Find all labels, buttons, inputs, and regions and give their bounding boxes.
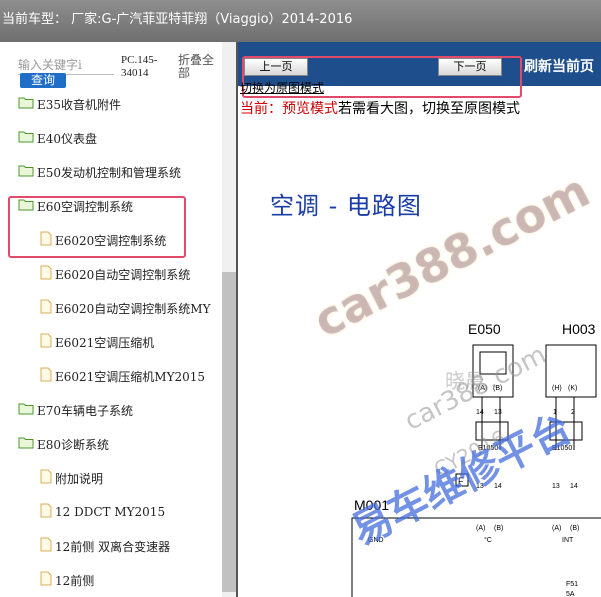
tree-node-label: E6021空调压缩机 xyxy=(55,335,155,350)
document-icon xyxy=(40,469,52,487)
h003-pin-k: (K) xyxy=(568,385,577,392)
document-icon xyxy=(40,367,52,385)
document-icon xyxy=(40,571,52,589)
tree-file[interactable]: E6020自动空调控制系统 xyxy=(40,262,190,286)
folder-icon xyxy=(18,96,34,112)
left-panel: 查询 PC.145-34014 折叠全部 E35收音机附件 E40仪表盘 E50发动… xyxy=(0,42,236,597)
highlight-box-tree xyxy=(8,196,186,258)
tree-folder[interactable]: E80诊断系统 xyxy=(18,432,109,456)
switch-original-link[interactable]: 切换为原图模式 xyxy=(240,79,324,96)
connector-e050-label: E050 xyxy=(468,321,501,337)
tree-folder[interactable]: E40仪表盘 xyxy=(18,126,97,150)
page-title: 空调 - 电路图 xyxy=(270,192,422,220)
tree-node-label: E50发动机控制和管理系统 xyxy=(37,165,182,180)
folder-icon xyxy=(18,130,34,146)
fuse-f51: F51 xyxy=(566,581,578,588)
pc-code: PC.145-34014 xyxy=(121,54,158,79)
h003-pin-h: (H) xyxy=(552,385,562,392)
document-icon xyxy=(40,299,52,317)
tree-node-label: E6021空调压缩机MY2015 xyxy=(55,369,206,384)
tree-node-label: E70车辆电子系统 xyxy=(37,403,134,418)
document-icon xyxy=(40,333,52,351)
m001-pin-a2: (A) xyxy=(552,525,561,532)
mode-current: 当前：预览模式 xyxy=(240,101,338,117)
pin-14: 14 xyxy=(476,409,484,416)
m001-pin-b: (B) xyxy=(494,525,503,532)
connector-h003-label: H003 xyxy=(562,321,596,337)
m001-pin-a: (A) xyxy=(476,525,485,532)
collapse-all-button[interactable]: 折叠全部 xyxy=(178,54,218,80)
tree-file[interactable]: 12前侧 xyxy=(40,568,94,592)
tree-node-label: E6020自动空调控制系统MY xyxy=(55,301,211,316)
document-icon xyxy=(40,537,52,555)
tree-folder[interactable]: E70车辆电子系统 xyxy=(18,398,133,422)
query-button[interactable]: 查询 xyxy=(20,73,66,88)
pin-13: 13 xyxy=(494,409,502,416)
document-icon xyxy=(40,503,52,521)
folder-icon xyxy=(18,402,34,418)
title-bar: 当前车型： 厂家:G-广汽菲亚特菲翔（Viaggio）2014-2016 xyxy=(0,0,601,42)
tree-node-label: 12前侧 双离合变速器 xyxy=(55,539,171,554)
tree-file[interactable]: E6020自动空调控制系统MY xyxy=(40,296,211,320)
tree-node-label: E6020自动空调控制系统 xyxy=(55,267,191,282)
scrollbar-thumb[interactable] xyxy=(222,272,236,592)
folder-icon xyxy=(18,164,34,180)
tree-node-label: 12前侧 xyxy=(55,573,95,588)
fuse-rating: 5A xyxy=(566,591,575,597)
tree-file[interactable]: 12前侧 双离合变速器 xyxy=(40,534,170,558)
tree-file[interactable]: 12 DDCT MY2015 xyxy=(40,500,165,524)
search-area: 查询 PC.145-34014 折叠全部 xyxy=(0,42,236,88)
tree-folder[interactable]: E35收音机附件 xyxy=(18,92,121,116)
tree-node-label: E80诊断系统 xyxy=(37,437,110,452)
m001-pin-b2: (B) xyxy=(570,525,579,532)
document-icon xyxy=(40,265,52,283)
tree-node-label: E35收音机附件 xyxy=(37,97,122,112)
tree-file[interactable]: E6021空调压缩机 xyxy=(40,330,154,354)
tree-node-label: 12 DDCT MY2015 xyxy=(55,505,166,519)
watermark-name: 晓晨 xyxy=(445,369,485,393)
tree-node-label: 附加说明 xyxy=(55,471,104,486)
tree-file[interactable]: 附加说明 xyxy=(40,466,103,490)
pin-14-bottom-right: 14 xyxy=(570,483,578,490)
mode-hint: 若需看大图，切换至原图模式 xyxy=(338,101,520,117)
tree-node-label: E40仪表盘 xyxy=(37,131,98,146)
tree-folder[interactable]: E50发动机控制和管理系统 xyxy=(18,160,181,184)
int-label: INT xyxy=(562,537,574,544)
mode-notice: 当前：预览模式若需看大图，切换至原图模式 xyxy=(240,98,520,118)
tree-file[interactable]: E6021空调压缩机MY2015 xyxy=(40,364,205,388)
current-vehicle-title: 当前车型： 厂家:G-广汽菲亚特菲翔（Viaggio）2014-2016 xyxy=(2,12,353,27)
refresh-page-link[interactable]: 刷新当前页 xyxy=(524,56,594,76)
folder-icon xyxy=(18,436,34,452)
temp-label: °C xyxy=(484,536,492,544)
pin-13-bottom-right: 13 xyxy=(552,483,560,490)
pin-2: 2 xyxy=(571,409,575,416)
